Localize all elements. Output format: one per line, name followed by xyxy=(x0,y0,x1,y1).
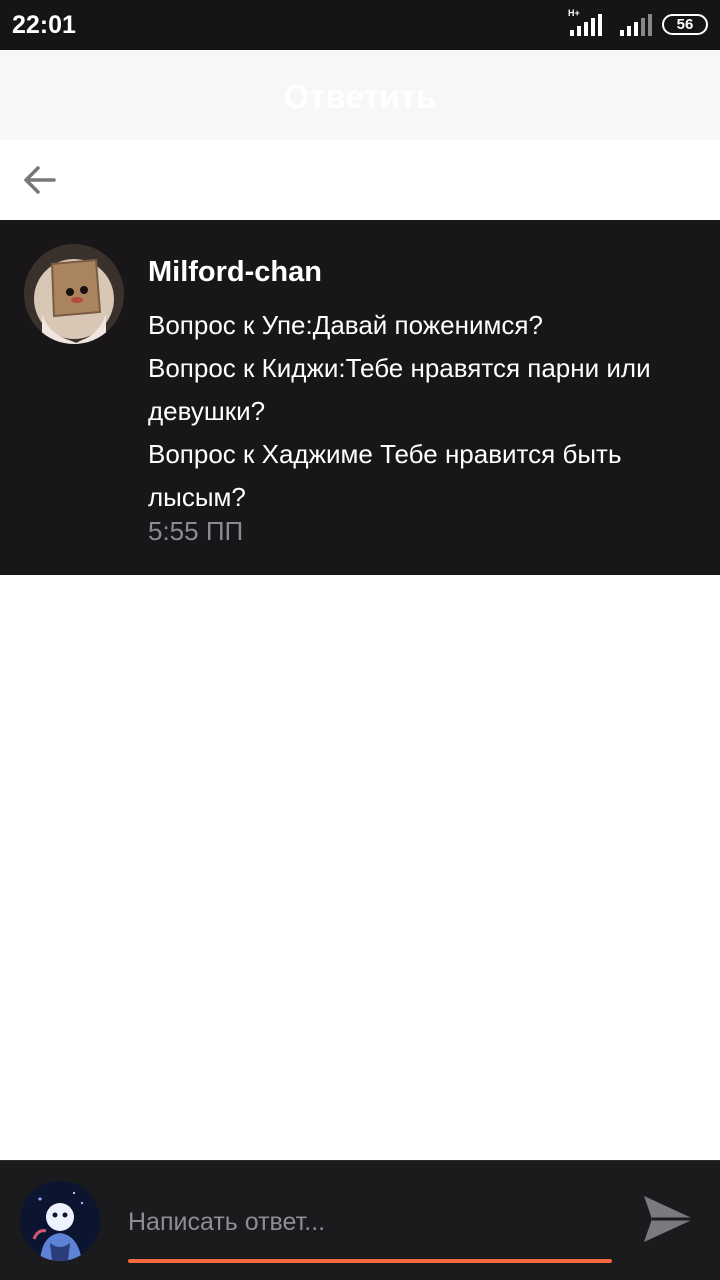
status-bar: 22:01 H+ 56 xyxy=(0,0,720,50)
message-timestamp: 5:55 ПП xyxy=(148,516,244,546)
battery-indicator: 56 xyxy=(662,14,708,35)
reply-input[interactable] xyxy=(128,1197,612,1247)
page-title: Ответить xyxy=(283,78,437,115)
avatar-image xyxy=(24,244,124,344)
user-avatar[interactable] xyxy=(20,1181,100,1261)
message-text: Вопрос к Упе:Давай поженимся? Вопрос к К… xyxy=(148,304,708,519)
signal-icon-secondary xyxy=(620,14,652,36)
avatar[interactable] xyxy=(24,244,124,344)
message-line: Вопрос к Киджи:Тебе нравятся парни или д… xyxy=(148,353,651,426)
reply-composer xyxy=(0,1160,720,1280)
app-header: Ответить xyxy=(0,50,720,140)
message-author[interactable]: Milford-chan xyxy=(148,256,322,289)
signal-icon xyxy=(570,14,602,36)
toolbar xyxy=(0,140,720,220)
message-line: Вопрос к Хаджиме Тебе нравится быть лысы… xyxy=(148,439,622,512)
message-line: Вопрос к Упе:Давай поженимся? xyxy=(148,310,543,340)
message-card: Milford-chan Вопрос к Упе:Давай поженимс… xyxy=(0,220,720,575)
status-time: 22:01 xyxy=(12,11,76,39)
input-underline xyxy=(128,1259,612,1263)
arrow-left-icon[interactable] xyxy=(18,160,62,200)
send-icon[interactable] xyxy=(640,1190,698,1248)
user-avatar-image xyxy=(20,1181,100,1261)
